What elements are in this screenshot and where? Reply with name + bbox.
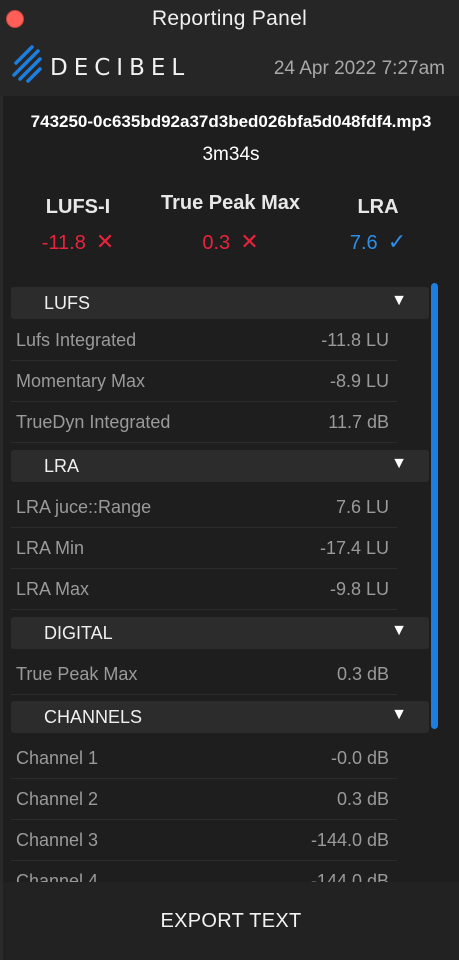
row-label: Momentary Max [16, 371, 146, 391]
list-item: LRA juce::Range 7.6 LU [11, 487, 397, 528]
list-item: Momentary Max -8.9 LU [11, 361, 397, 402]
summary-lra: LRA 7.6 ✓ [343, 196, 413, 255]
list-item: TrueDyn Integrated 11.7 dB [11, 402, 397, 443]
collapse-triangle-icon[interactable]: ▼ [391, 292, 407, 310]
row-value: -144.0 dB [310, 830, 389, 850]
summary-value: -11.8 [41, 232, 86, 254]
row-label: Lufs Integrated [16, 330, 137, 350]
row-label: LRA Min [16, 538, 85, 558]
brand-name: DECIBEL [50, 55, 191, 81]
list-item: LRA Max -9.8 LU [11, 569, 397, 610]
report-datetime: 24 Apr 2022 7:27am [273, 58, 445, 79]
summary-value: 0.3 [202, 232, 231, 254]
section-title: LRA [44, 456, 80, 476]
section-title: DIGITAL [44, 623, 113, 643]
row-label: TrueDyn Integrated [16, 412, 171, 432]
list-item: Channel 2 0.3 dB [11, 779, 397, 820]
row-value: -0.0 dB [330, 748, 389, 768]
summary-label: LUFS-I [45, 196, 111, 218]
section-header-lra[interactable]: LRA ▼ [11, 450, 429, 482]
row-label: Channel 3 [16, 830, 99, 850]
cross-icon: ✕ [240, 229, 259, 254]
row-label: Channel 1 [16, 748, 99, 768]
row-value: 7.6 LU [335, 497, 389, 517]
list-item: LRA Min -17.4 LU [11, 528, 397, 569]
window-title: Reporting Panel [151, 7, 308, 30]
brand-bar: DECIBEL 24 Apr 2022 7:27am [0, 38, 459, 96]
section-header-channels[interactable]: CHANNELS ▼ [11, 701, 429, 733]
summary-lufs-i: LUFS-I -11.8 ✕ [33, 196, 123, 255]
summary-label: True Peak Max [161, 192, 300, 214]
row-label: True Peak Max [16, 664, 138, 684]
summary-value: 7.6 [349, 232, 378, 254]
row-value: -11.8 LU [321, 330, 389, 350]
measurement-list[interactable]: LUFS ▼ Lufs Integrated -11.8 LU Momentar… [11, 282, 429, 886]
row-value: -9.8 LU [329, 579, 389, 599]
check-icon: ✓ [387, 229, 407, 254]
list-item: True Peak Max 0.3 dB [11, 654, 397, 695]
list-item: Lufs Integrated -11.8 LU [11, 320, 397, 361]
list-item: Channel 1 -0.0 dB [11, 738, 397, 779]
file-name: 743250-0c635bd92a37d3bed026bfa5d048fdf4.… [30, 112, 432, 131]
row-value: 11.7 dB [328, 412, 389, 432]
section-header-digital[interactable]: DIGITAL ▼ [11, 617, 429, 649]
decibel-logo-icon [12, 45, 42, 83]
collapse-triangle-icon[interactable]: ▼ [391, 622, 407, 640]
collapse-triangle-icon[interactable]: ▼ [391, 455, 407, 473]
row-label: LRA juce::Range [16, 497, 152, 517]
report-content: 743250-0c635bd92a37d3bed026bfa5d048fdf4.… [0, 96, 459, 960]
row-label: LRA Max [16, 579, 90, 599]
collapse-triangle-icon[interactable]: ▼ [391, 706, 407, 724]
list-item: Channel 3 -144.0 dB [11, 820, 397, 861]
export-text-button[interactable]: EXPORT TEXT [3, 882, 459, 960]
section-header-lufs[interactable]: LUFS ▼ [11, 287, 429, 319]
title-bar: Reporting Panel [0, 0, 459, 38]
section-title: CHANNELS [44, 707, 143, 727]
row-value: 0.3 dB [336, 789, 389, 809]
file-duration: 3m34s [202, 144, 260, 165]
list-scrollbar[interactable] [431, 283, 438, 729]
section-title: LUFS [44, 293, 91, 313]
row-label: Channel 2 [16, 789, 99, 809]
summary-true-peak-max: True Peak Max 0.3 ✕ [148, 192, 313, 255]
cross-icon: ✕ [95, 229, 115, 254]
row-value: 0.3 dB [336, 664, 389, 684]
row-value: -8.9 LU [329, 371, 389, 391]
summary-label: LRA [357, 196, 399, 218]
row-value: -17.4 LU [319, 538, 389, 558]
export-label: EXPORT TEXT [160, 910, 302, 932]
